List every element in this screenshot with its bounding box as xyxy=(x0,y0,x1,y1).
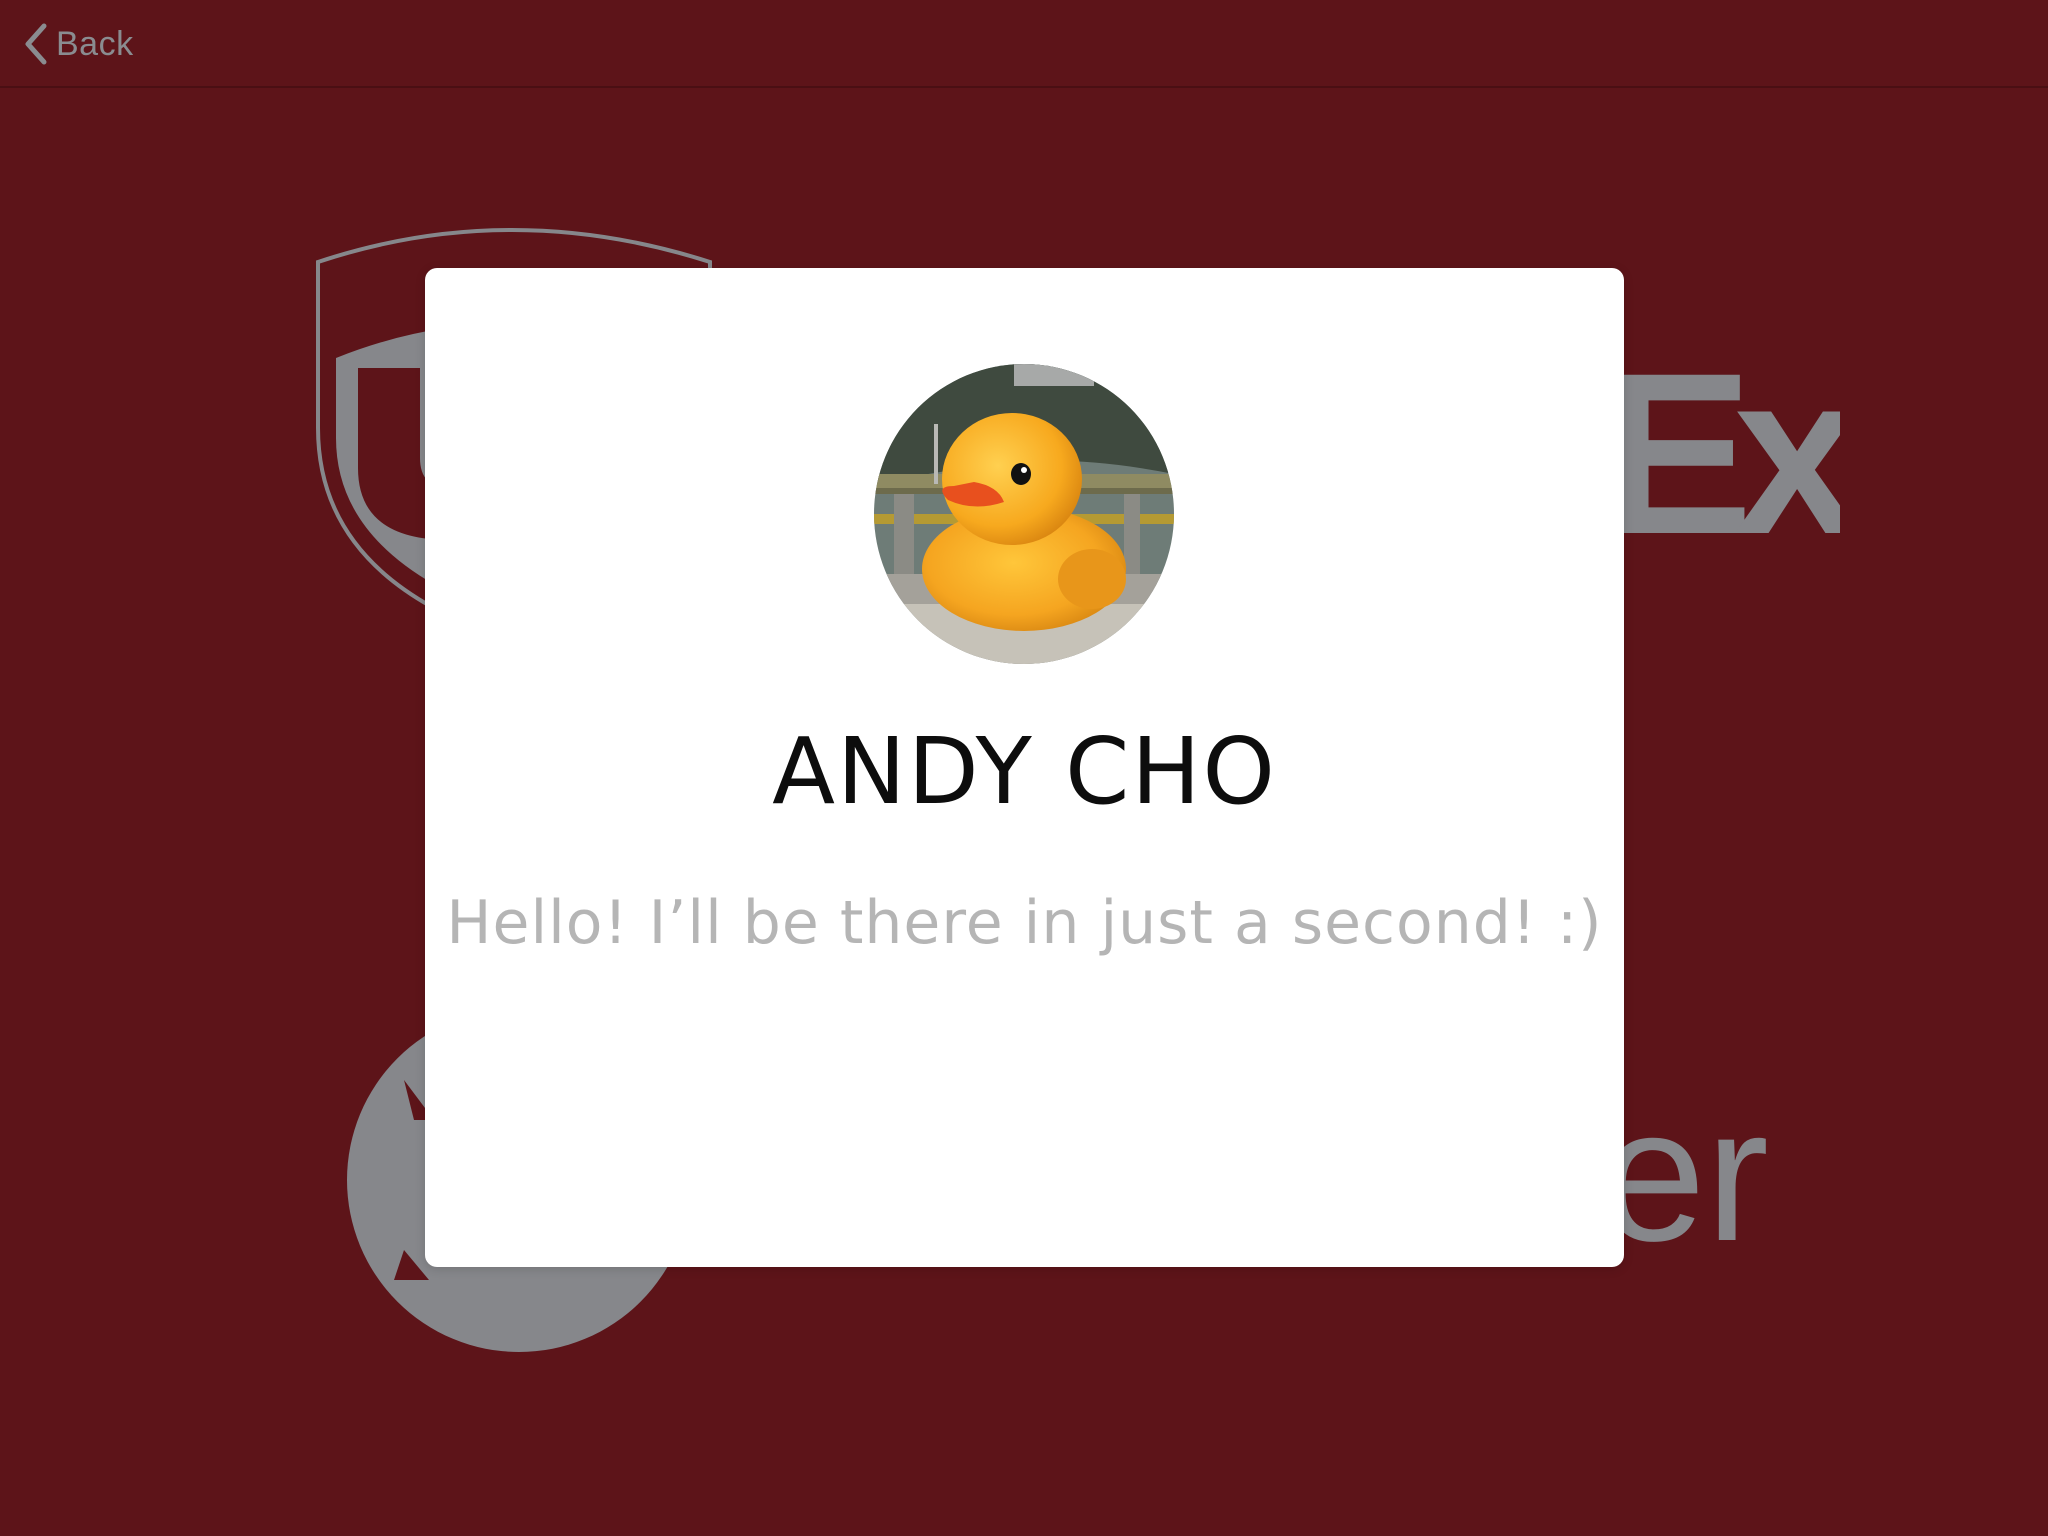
agent-name: ANDY CHO xyxy=(772,718,1277,825)
agent-message: Hello! I’ll be there in just a second! :… xyxy=(446,888,1603,958)
agent-modal: ANDY CHO Hello! I’ll be there in just a … xyxy=(425,268,1624,1267)
app-screen: Back Ex er ANDY CHO Hello! I’ll be there… xyxy=(0,0,2048,1536)
rubber-duck-photo xyxy=(874,364,1174,664)
avatar xyxy=(874,364,1174,664)
